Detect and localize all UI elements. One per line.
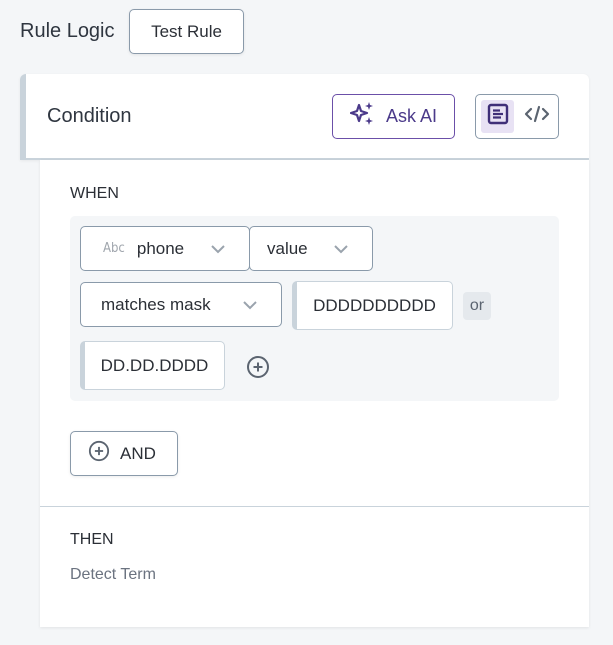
document-icon: [487, 103, 509, 130]
ask-ai-label: Ask AI: [385, 106, 438, 126]
field-select-value: phone: [136, 238, 185, 258]
ask-ai-button[interactable]: Ask AI: [332, 94, 455, 139]
property-select[interactable]: value: [249, 226, 373, 271]
operator-select-value: matches mask: [101, 294, 211, 314]
visual-editor-toggle[interactable]: [481, 100, 514, 133]
mask-input[interactable]: DDDDDDDDDD: [292, 281, 453, 330]
then-action: Detect Term: [70, 566, 156, 583]
text-type-icon: Abc: [103, 241, 125, 256]
sparkle-icon: [349, 101, 376, 132]
condition-title: Condition: [47, 105, 132, 127]
code-icon: [524, 104, 550, 129]
and-label: AND: [120, 443, 156, 463]
property-select-value: value: [267, 238, 308, 258]
plus-circle-icon: [247, 356, 269, 378]
test-rule-button[interactable]: Test Rule: [129, 9, 244, 54]
when-clause: Abc phone value matches mask DDDDDDDDDD …: [70, 216, 559, 401]
mask-input[interactable]: DD.DD.DDDD: [80, 341, 225, 390]
condition-body: WHEN Abc phone value matches mask DDDDDD…: [40, 160, 589, 627]
condition-header: Condition Ask AI: [20, 74, 589, 160]
operator-select[interactable]: matches mask: [80, 282, 282, 327]
when-label: WHEN: [70, 185, 119, 202]
view-toggle: [475, 94, 559, 139]
add-and-condition-button[interactable]: AND: [70, 431, 178, 476]
add-mask-button[interactable]: [246, 355, 270, 384]
chevron-down-icon: [209, 240, 227, 263]
chevron-down-icon: [241, 296, 259, 319]
plus-circle-icon: [88, 440, 110, 467]
code-editor-toggle[interactable]: [520, 100, 553, 133]
page-title: Rule Logic: [20, 20, 115, 42]
or-badge: or: [463, 292, 491, 320]
field-select[interactable]: Abc phone: [80, 226, 250, 271]
then-divider: [40, 506, 589, 507]
chevron-down-icon: [332, 240, 350, 263]
then-label: THEN: [70, 531, 114, 548]
